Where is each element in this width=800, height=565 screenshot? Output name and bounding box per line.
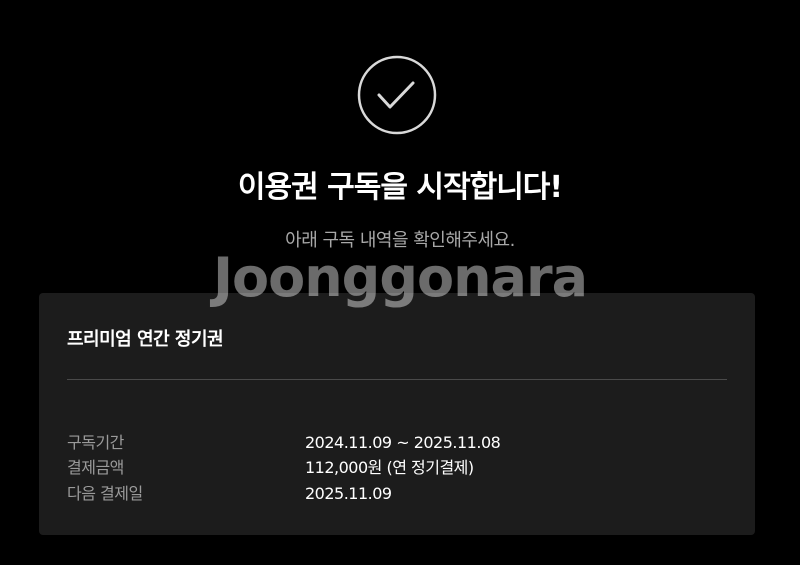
subscription-card: 프리미엄 연간 정기권 구독기간 2024.11.09 ~ 2025.11.08… xyxy=(39,293,755,535)
info-value: 2025.11.09 xyxy=(305,484,392,503)
info-row-amount: 결제금액 112,000원 (연 정기결제) xyxy=(67,455,727,481)
check-circle-icon xyxy=(357,55,437,135)
info-label: 구독기간 xyxy=(67,433,124,452)
plan-name: 프리미엄 연간 정기권 xyxy=(67,329,224,350)
divider xyxy=(67,379,727,380)
info-row-period: 구독기간 2024.11.09 ~ 2025.11.08 xyxy=(67,430,727,456)
info-label: 다음 결제일 xyxy=(67,484,143,503)
info-value: 2024.11.09 ~ 2025.11.08 xyxy=(305,433,501,452)
info-row-next-payment: 다음 결제일 2025.11.09 xyxy=(67,481,727,507)
info-label: 결제금액 xyxy=(67,458,124,477)
page-subtitle: 아래 구독 내역을 확인해주세요. xyxy=(285,230,515,251)
info-value: 112,000원 (연 정기결제) xyxy=(305,458,474,477)
page-title: 이용권 구독을 시작합니다! xyxy=(237,170,563,205)
